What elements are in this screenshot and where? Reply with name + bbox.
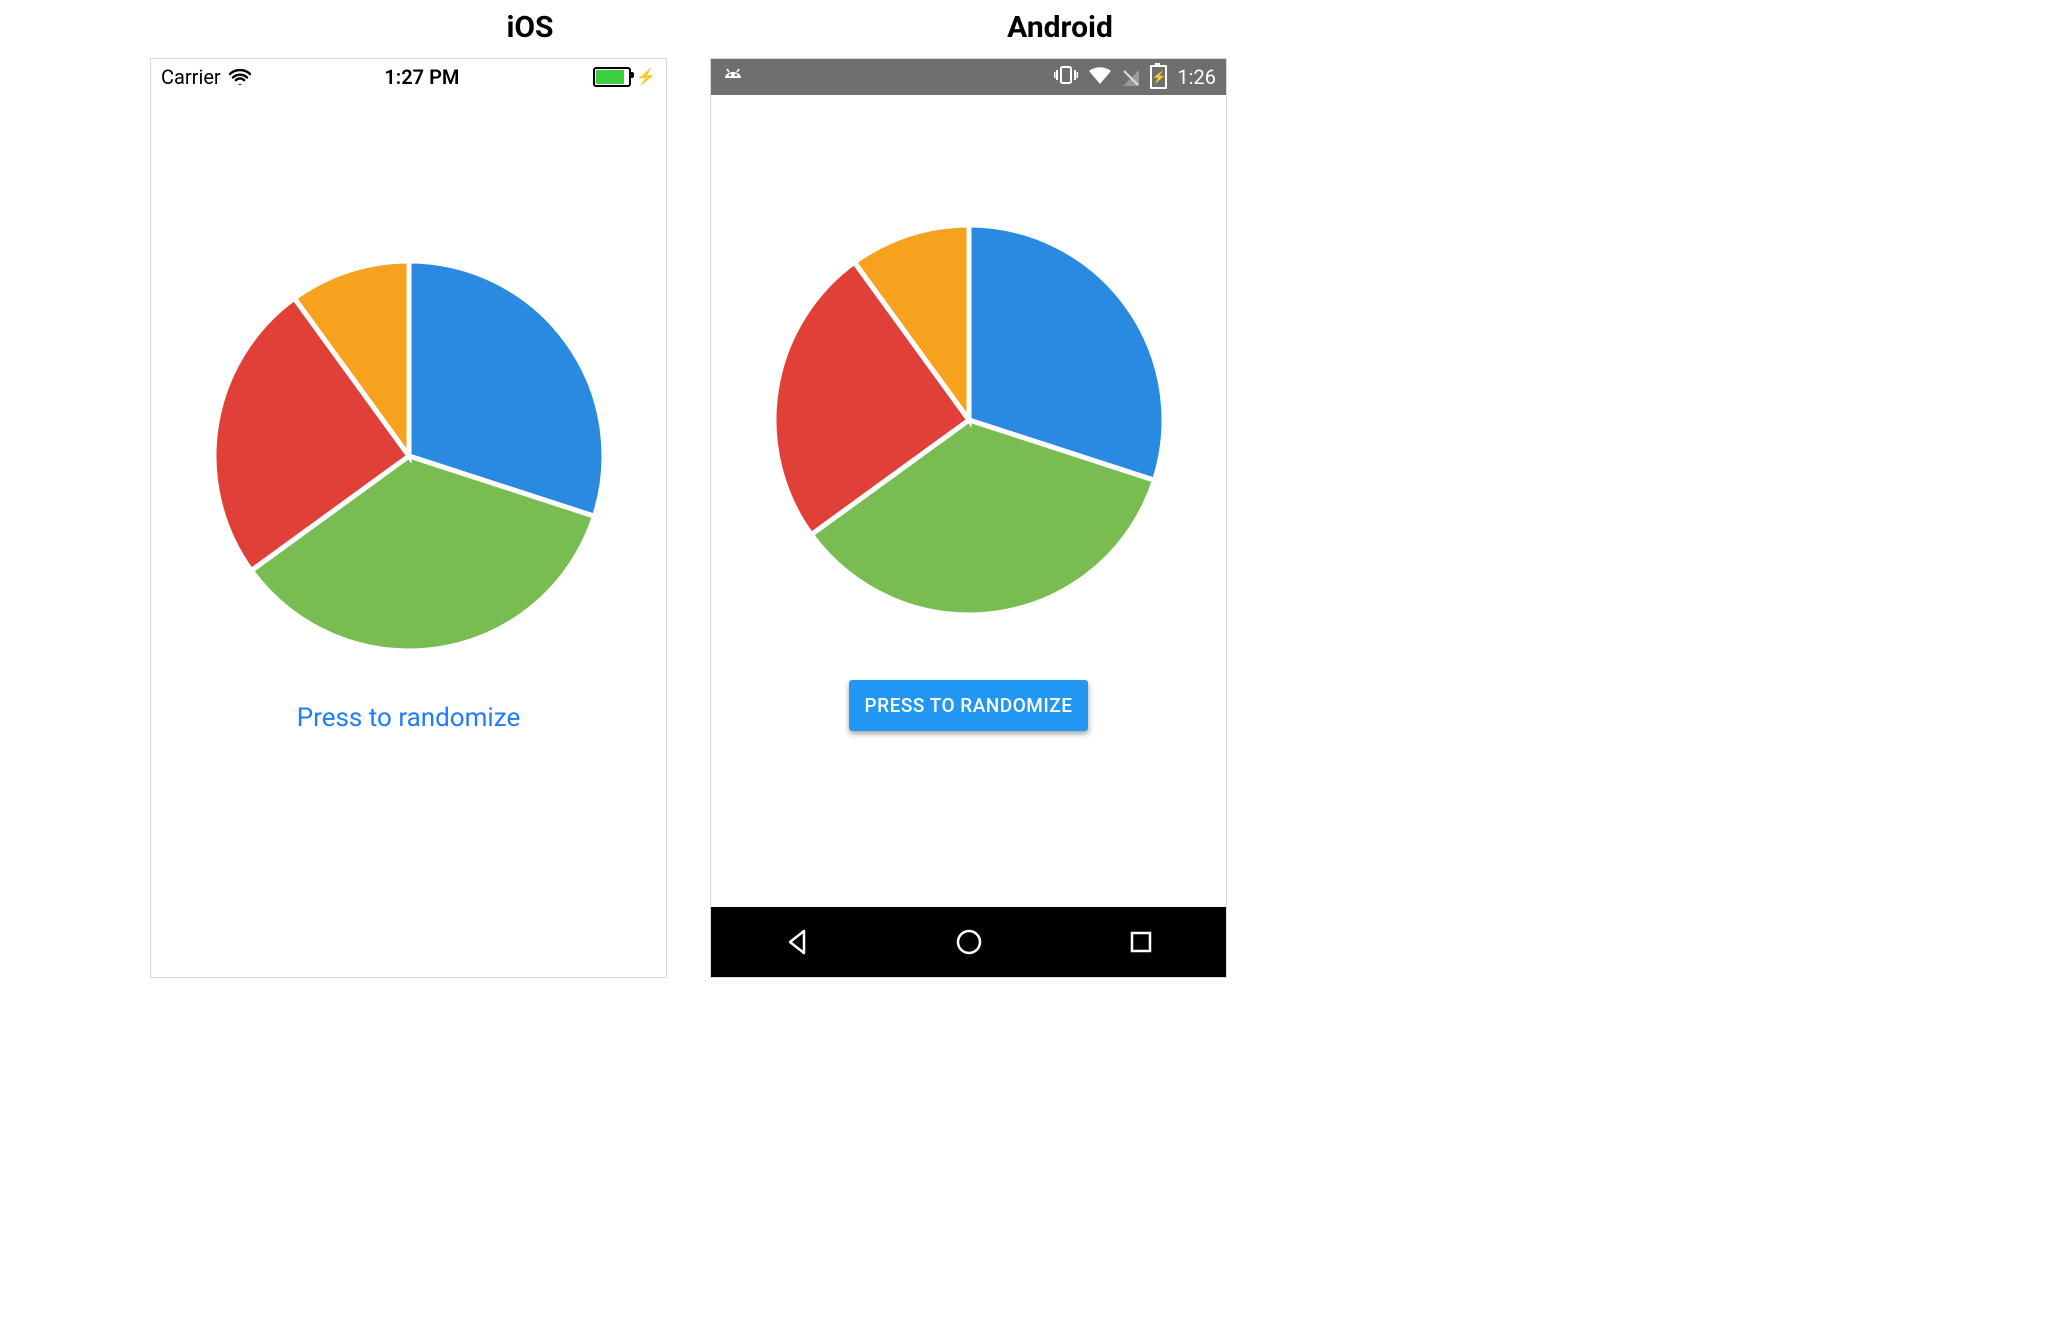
heading-android: Android (735, 10, 1385, 45)
phone-ios: Carrier 1:27 PM ⚡ Press (150, 58, 667, 978)
vibrate-icon (1054, 65, 1078, 90)
android-head-icon (721, 66, 745, 88)
recents-icon[interactable] (1127, 928, 1155, 956)
ios-status-bar: Carrier 1:27 PM ⚡ (151, 59, 666, 91)
battery-icon: ⚡ (1150, 65, 1167, 89)
pie-chart-android (769, 220, 1169, 620)
back-icon[interactable] (782, 927, 812, 957)
wifi-icon (1088, 65, 1112, 90)
charging-icon: ⚡ (636, 69, 656, 85)
randomize-button[interactable]: PRESS TO RANDOMIZE (849, 680, 1089, 731)
wifi-icon (229, 69, 251, 85)
phone-android: ⚡ 1:26 PRESS TO RANDOMIZE (710, 58, 1227, 978)
ios-clock: 1:27 PM (251, 65, 593, 89)
android-nav-bar (711, 907, 1226, 977)
pie-chart-ios (209, 256, 609, 656)
carrier-label: Carrier (161, 65, 221, 89)
home-icon[interactable] (953, 926, 985, 958)
android-status-bar: ⚡ 1:26 (711, 59, 1226, 95)
signal-icon (1122, 68, 1140, 86)
battery-icon (593, 67, 631, 87)
randomize-button[interactable]: Press to randomize (151, 703, 666, 733)
android-clock: 1:26 (1177, 65, 1216, 89)
